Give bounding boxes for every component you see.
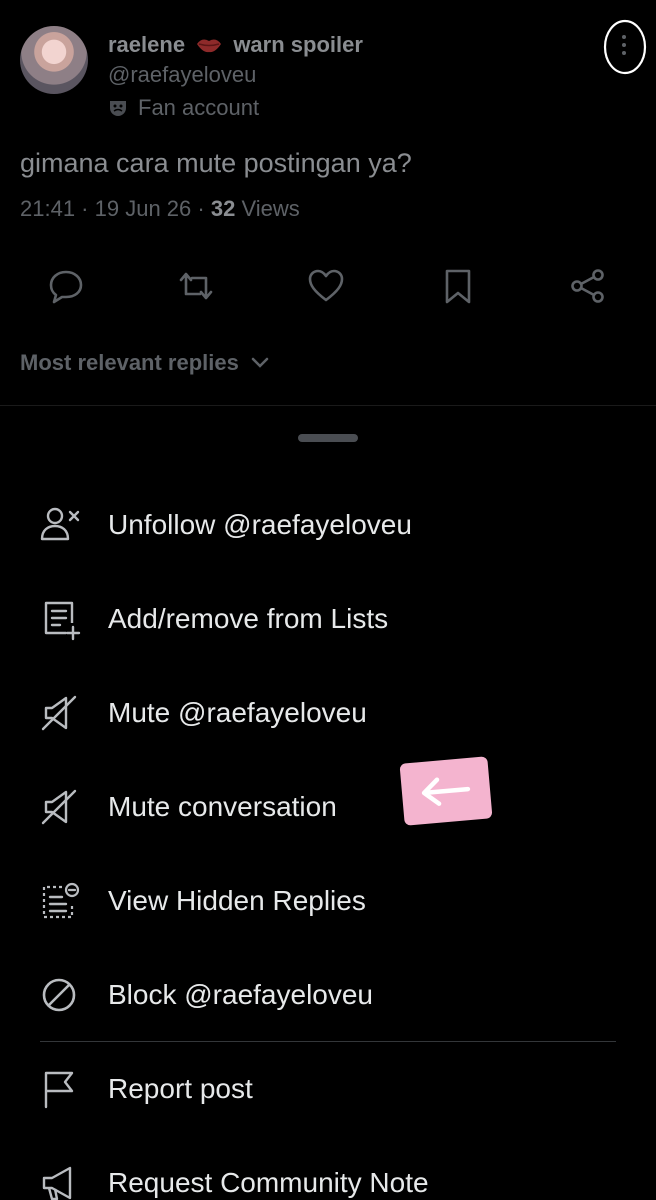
account-label-row: Fan account	[108, 95, 259, 121]
user-handle[interactable]: @raefayeloveu	[108, 62, 256, 88]
menu-item-add-remove-lists[interactable]: Add/remove from Lists	[0, 589, 656, 649]
replies-filter[interactable]: Most relevant replies	[20, 350, 269, 376]
menu-item-mute-user[interactable]: Mute @raefayeloveu	[0, 683, 656, 743]
hidden-replies-icon	[42, 882, 80, 919]
share-icon[interactable]	[568, 266, 608, 306]
menu-item-label: View Hidden Replies	[108, 885, 366, 916]
display-name-part-2: warn spoiler	[233, 32, 363, 57]
left-arrow-icon	[421, 777, 471, 806]
menu-item-label: Block @raefayeloveu	[108, 979, 374, 1010]
menu-item-report[interactable]: Report post	[0, 1059, 656, 1119]
menu-item-unfollow[interactable]: Unfollow @raefayeloveu	[0, 495, 656, 555]
views-label: Views	[241, 196, 300, 221]
lips-emoji	[197, 39, 222, 53]
post-area: raelene warn spoiler @raefayeloveu Fan a…	[0, 0, 656, 405]
post-meta: 21:41 · 19 Jun 26 · 32 Views	[20, 196, 300, 221]
retweet-icon[interactable]	[176, 266, 216, 306]
mute-icon	[41, 695, 77, 731]
like-icon[interactable]	[306, 266, 346, 306]
block-icon	[42, 978, 76, 1012]
post-date: 19 Jun 26	[94, 196, 192, 221]
post-actions	[0, 262, 656, 310]
menu-item-view-hidden-replies[interactable]: View Hidden Replies	[0, 871, 656, 931]
avatar[interactable]	[20, 26, 88, 94]
bookmark-icon[interactable]	[438, 266, 478, 306]
menu-item-label: Add/remove from Lists	[108, 603, 389, 634]
display-name-part-1: raelene	[108, 32, 186, 57]
menu-divider	[40, 1041, 616, 1042]
more-icon	[603, 19, 647, 75]
flag-icon	[44, 1071, 74, 1109]
mute-icon	[41, 789, 77, 825]
menu-item-community-note[interactable]: Request Community Note	[0, 1153, 656, 1200]
menu-item-label: Report post	[108, 1073, 253, 1104]
list-add-icon	[44, 601, 81, 641]
theater-mask-icon	[110, 101, 126, 116]
menu-item-label: Request Community Note	[108, 1167, 429, 1198]
arrow-sticker	[399, 756, 493, 826]
menu-item-label: Unfollow @raefayeloveu	[108, 509, 412, 540]
display-name[interactable]: raelene warn spoiler	[108, 32, 363, 58]
options-sheet: Unfollow @raefayeloveu Add/remove from L…	[0, 405, 656, 1200]
views-count: 32	[210, 196, 236, 221]
chevron-down-icon	[251, 357, 269, 368]
account-label: Fan account	[138, 95, 260, 120]
unfollow-icon	[40, 507, 80, 541]
more-options-button[interactable]	[602, 18, 648, 76]
post-time: 21:41	[20, 196, 76, 221]
menu-item-label: Mute @raefayeloveu	[108, 697, 367, 728]
menu-item-block[interactable]: Block @raefayeloveu	[0, 965, 656, 1025]
post-text: gimana cara mute postingan ya?	[20, 148, 412, 178]
menu-item-mute-conversation[interactable]: Mute conversation	[0, 777, 656, 837]
menu-item-label: Mute conversation	[108, 791, 337, 822]
sheet-drag-handle[interactable]	[298, 434, 358, 442]
reply-icon[interactable]	[46, 266, 86, 306]
replies-filter-label: Most relevant replies	[20, 350, 239, 375]
megaphone-icon	[42, 1166, 72, 1200]
